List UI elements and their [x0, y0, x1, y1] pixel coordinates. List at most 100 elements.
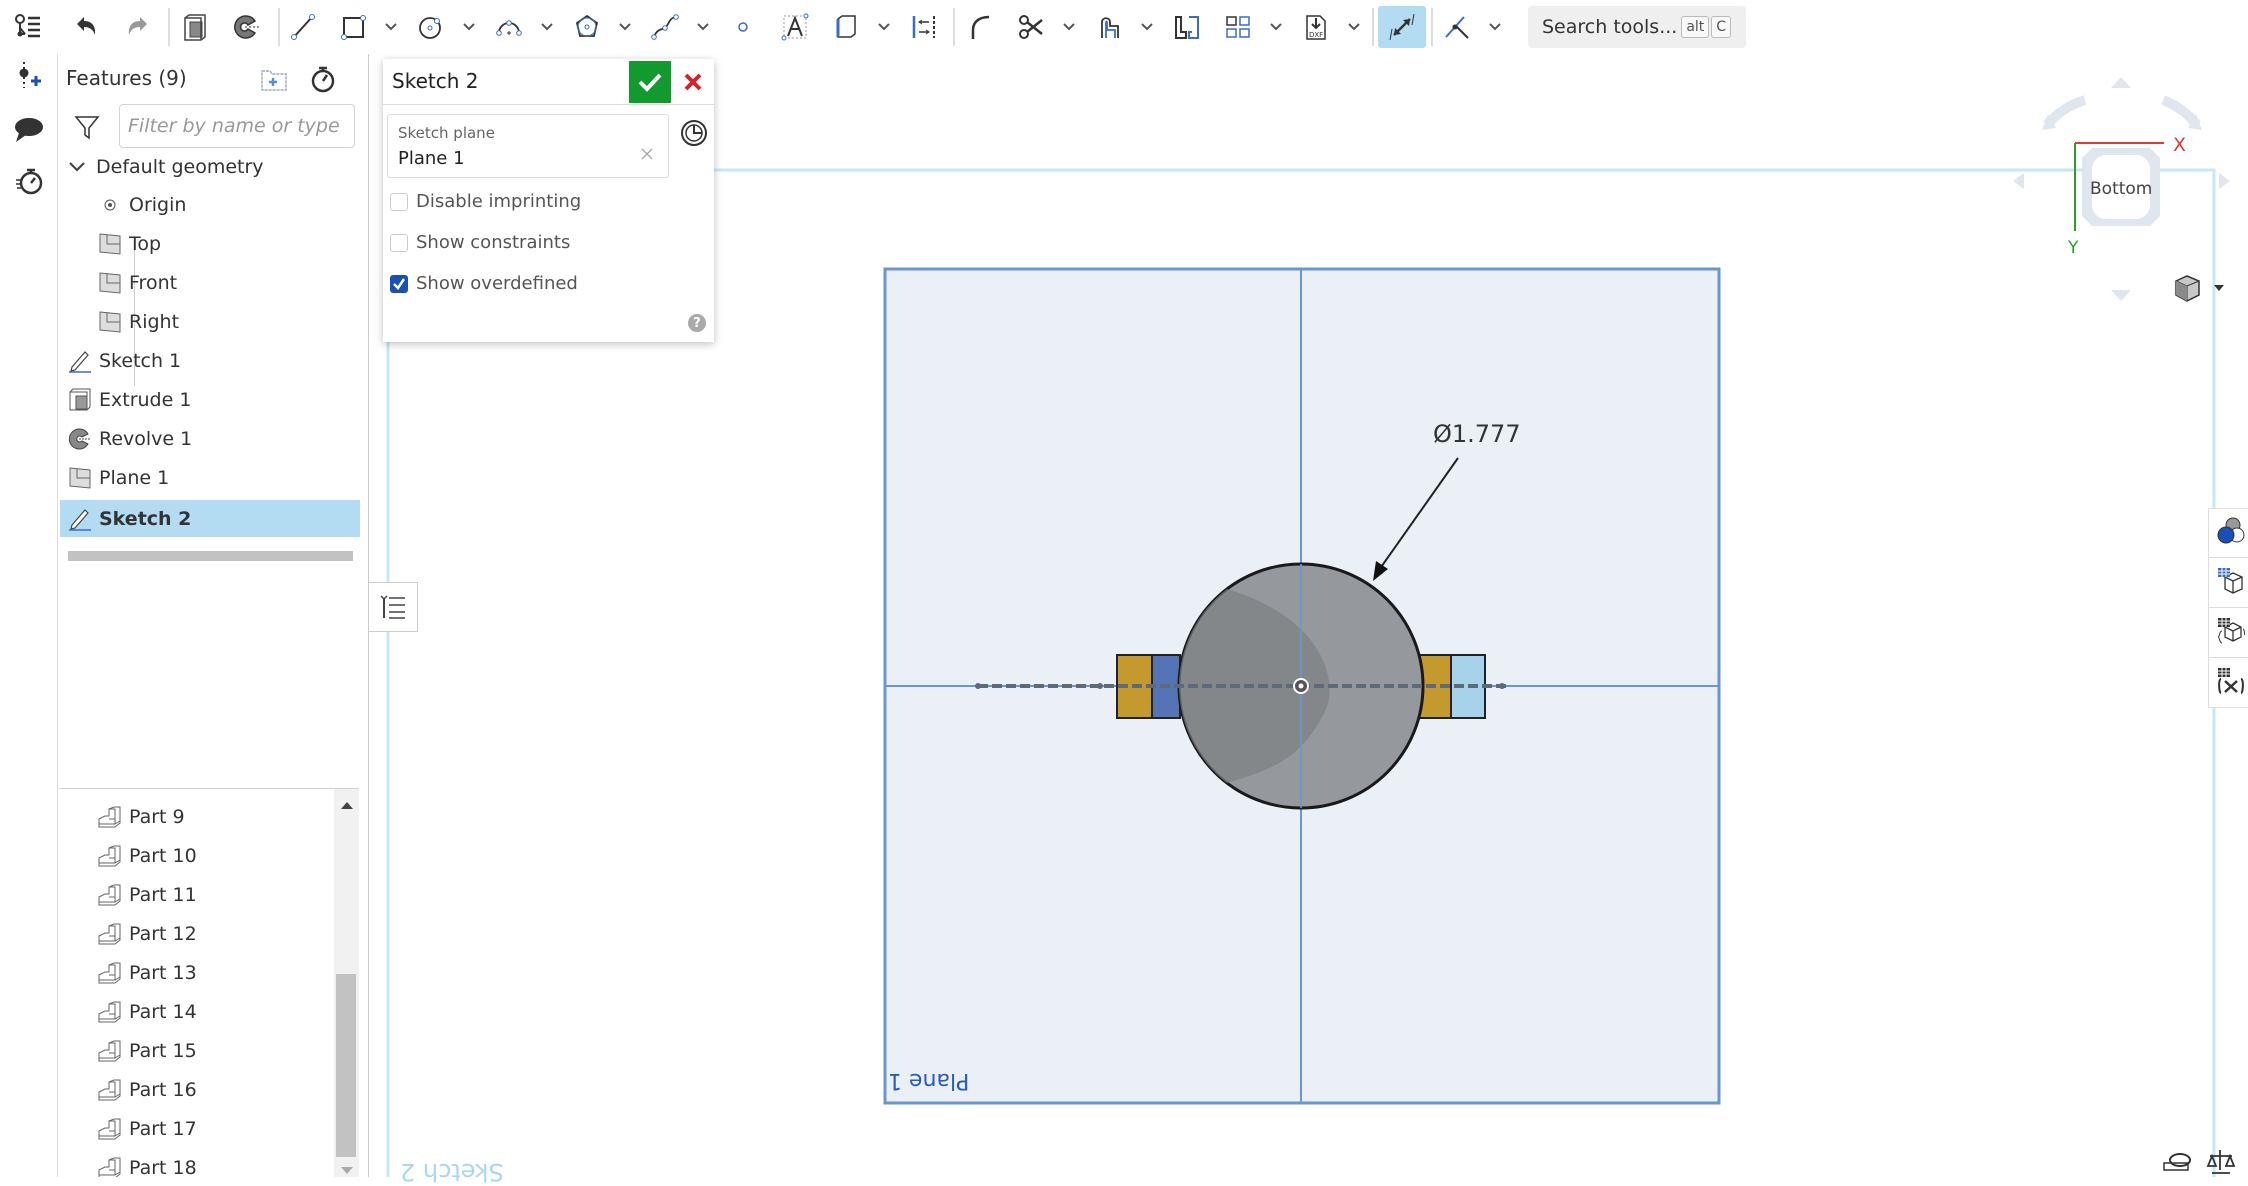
rectangle-button[interactable] [334, 6, 374, 48]
disable-imprinting-checkbox[interactable] [390, 193, 408, 211]
trim-dropdown[interactable] [1060, 14, 1078, 40]
filter-input[interactable] [119, 104, 355, 148]
undo-button[interactable] [66, 6, 106, 48]
configurations-button[interactable] [2213, 613, 2247, 647]
pattern-dropdown[interactable] [1267, 14, 1285, 40]
part-item[interactable]: Part 11 [96, 877, 197, 913]
sketch-plane-field[interactable]: Sketch plane Plane 1 [387, 114, 669, 178]
tree-item-extrude-1[interactable]: Extrude 1 [59, 382, 359, 418]
part-item[interactable]: Part 9 [96, 799, 185, 835]
text-button[interactable] [775, 6, 815, 48]
point-button[interactable] [723, 6, 763, 48]
tree-item-plane-1[interactable]: Plane 1 [59, 460, 359, 496]
view-left-arrow[interactable] [2013, 173, 2024, 189]
diameter-dimension[interactable]: Ø1.777 [1430, 420, 1524, 448]
offset-dropdown[interactable] [1138, 14, 1156, 40]
arc-dropdown[interactable] [538, 14, 556, 40]
part-item[interactable]: Part 13 [96, 955, 197, 991]
intersect-button[interactable] [1437, 6, 1477, 48]
part-item[interactable]: Part 12 [96, 916, 197, 952]
dxf-import-button[interactable]: DXF [1296, 6, 1336, 48]
spline-button[interactable] [645, 6, 685, 48]
mass-properties-button[interactable] [2208, 1150, 2234, 1173]
cancel-button[interactable] [673, 61, 713, 103]
part-icon [96, 804, 122, 830]
spline-dropdown[interactable] [694, 14, 712, 40]
show-overdefined-option[interactable]: Show overdefined [390, 273, 578, 294]
polygon-dropdown[interactable] [616, 14, 634, 40]
rollback-timer-button[interactable] [308, 64, 338, 94]
parts-scroll-thumb[interactable] [336, 974, 356, 1157]
tree-item-origin[interactable]: Origin [97, 187, 397, 223]
use-button[interactable] [1167, 6, 1207, 48]
comments-button[interactable] [12, 112, 46, 146]
scroll-up-arrow[interactable] [340, 795, 354, 814]
parts-scrollbar[interactable] [334, 789, 359, 1177]
view-down-arrow[interactable] [2111, 290, 2131, 301]
feature-list-button[interactable] [8, 6, 48, 48]
fillet-button[interactable] [960, 6, 1000, 48]
view-cube-face-label[interactable]: Bottom [2090, 179, 2152, 199]
appearance-button[interactable] [2213, 513, 2247, 547]
construction-point[interactable] [975, 683, 981, 689]
show-overdefined-checkbox[interactable] [390, 275, 408, 293]
show-constraints-checkbox[interactable] [390, 234, 408, 252]
circle-dropdown[interactable] [460, 14, 478, 40]
revolve-button[interactable] [226, 6, 266, 48]
part-item[interactable]: Part 15 [96, 1033, 197, 1069]
tree-item-right[interactable]: Right [97, 304, 397, 340]
part-item[interactable]: Part 17 [96, 1111, 197, 1147]
dimension-button[interactable] [1378, 6, 1426, 48]
part-item[interactable]: Part 18 [96, 1150, 197, 1177]
construction-point[interactable] [1097, 683, 1103, 689]
scroll-down-arrow[interactable] [340, 1161, 354, 1177]
show-constraints-option[interactable]: Show constraints [390, 232, 570, 253]
polygon-button[interactable] [567, 6, 607, 48]
redo-button[interactable] [118, 6, 158, 48]
filter-button[interactable] [73, 113, 101, 141]
insert-mate-connector-button[interactable] [12, 58, 46, 92]
custom-table-button[interactable] [2213, 663, 2247, 697]
view-right-arrow[interactable] [2219, 173, 2230, 189]
trim-button[interactable] [1011, 6, 1051, 48]
disable-imprinting-option[interactable]: Disable imprinting [390, 191, 581, 212]
pattern-button[interactable] [1218, 6, 1258, 48]
tree-item-sketch-2[interactable]: Sketch 2 [60, 500, 360, 537]
horizontal-scrollbar[interactable] [68, 551, 353, 561]
undo-icon [71, 12, 101, 42]
extrude-button[interactable] [175, 6, 215, 48]
dxf-dropdown[interactable] [1345, 14, 1363, 40]
construction-point[interactable] [1499, 683, 1505, 689]
circle-button[interactable] [411, 6, 451, 48]
intersect-dropdown[interactable] [1486, 14, 1504, 40]
arc-button[interactable] [489, 6, 529, 48]
tree-item-sketch-1[interactable]: Sketch 1 [59, 343, 359, 379]
line-button[interactable] [283, 6, 323, 48]
search-tools-button[interactable]: Search tools... altC [1528, 6, 1746, 48]
mirror-button[interactable] [904, 6, 944, 48]
chevron-down-icon [384, 22, 398, 32]
measure-button[interactable] [2164, 1154, 2190, 1170]
construction-button[interactable] [826, 6, 866, 48]
default-geometry-group[interactable]: Default geometry [64, 149, 364, 185]
add-folder-button[interactable] [259, 66, 289, 94]
tree-item-top[interactable]: Top [97, 226, 397, 262]
tree-item-revolve-1[interactable]: Revolve 1 [59, 421, 359, 457]
view-up-arrow[interactable] [2111, 77, 2131, 88]
clear-selection-button[interactable] [640, 145, 654, 166]
variable-table-button[interactable] [2213, 563, 2247, 597]
help-button[interactable]: ? [688, 314, 706, 332]
view-normal-button[interactable] [678, 117, 710, 149]
part-item[interactable]: Part 16 [96, 1072, 197, 1108]
part-item[interactable]: Part 10 [96, 838, 197, 874]
performance-analysis-button[interactable] [12, 164, 46, 198]
accept-button[interactable] [629, 61, 671, 103]
rectangle-dropdown[interactable] [382, 14, 400, 40]
rotate-left-arrow[interactable] [2047, 100, 2085, 125]
view-options-button[interactable] [2176, 276, 2224, 301]
construction-dropdown[interactable] [875, 14, 893, 40]
offset-button[interactable] [1089, 6, 1129, 48]
tree-item-front[interactable]: Front [97, 265, 397, 301]
expand-feature-list-button[interactable] [368, 582, 418, 632]
part-item[interactable]: Part 14 [96, 994, 197, 1030]
